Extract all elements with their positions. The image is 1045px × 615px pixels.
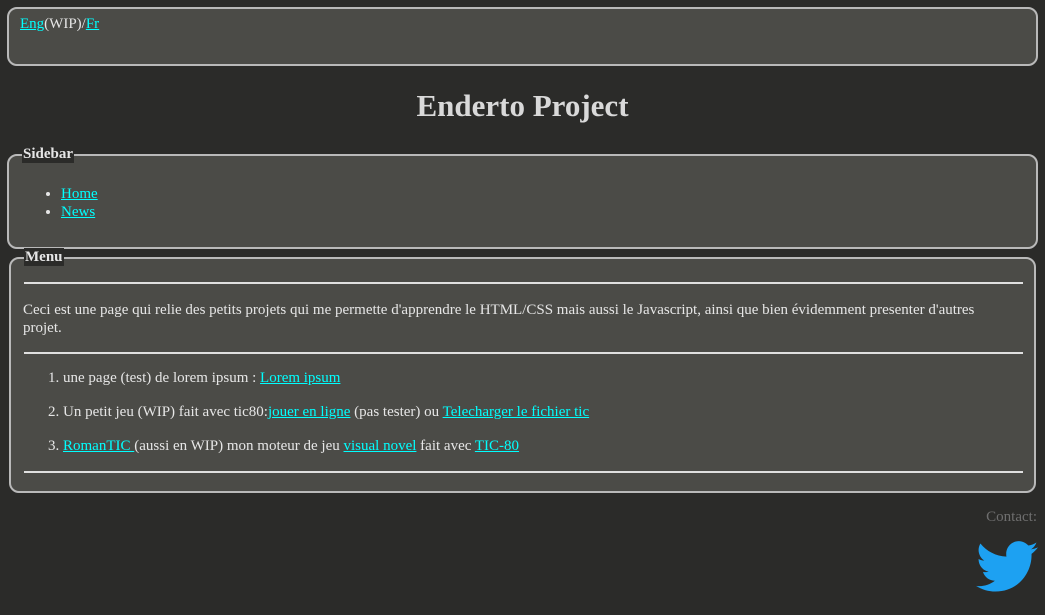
download-tic-link[interactable]: Telecharger le fichier tic	[443, 404, 590, 420]
lang-eng-link[interactable]: Eng	[20, 16, 44, 32]
page-title: Enderto Project	[416, 88, 629, 123]
item-text: (pas tester) ou	[350, 404, 443, 420]
item-text: (aussi en WIP) mon moteur de jeu	[134, 438, 344, 454]
home-link[interactable]: Home	[61, 186, 98, 202]
twitter-icon[interactable]	[976, 540, 1038, 594]
romantic-link[interactable]: RomanTIC	[63, 438, 134, 454]
project-list: une page (test) de lorem ipsum : Lorem i…	[23, 369, 589, 471]
sidebar-item-home: Home	[61, 185, 98, 203]
lang-wip-text: (WIP)/	[44, 16, 86, 32]
menu-legend: Menu	[24, 248, 64, 266]
divider	[24, 471, 1023, 473]
divider	[24, 352, 1023, 354]
sidebar-item-news: News	[61, 203, 98, 221]
visual-novel-link[interactable]: visual novel	[344, 438, 417, 454]
sidebar-legend: Sidebar	[22, 145, 75, 163]
item-text: une page (test) de lorem ipsum :	[63, 370, 261, 386]
menu-panel: Menu Ceci est une page qui relie des pet…	[9, 248, 1036, 493]
sidebar-list: Home News	[43, 185, 98, 221]
language-switcher: Eng(WIP)/Fr	[20, 16, 99, 33]
play-online-link[interactable]: jouer en ligne	[268, 404, 350, 420]
language-bar: Eng(WIP)/Fr	[7, 7, 1038, 66]
menu-description: Ceci est une page qui relie des petits p…	[23, 302, 975, 336]
list-item: une page (test) de lorem ipsum : Lorem i…	[63, 369, 589, 387]
lang-fr-link[interactable]: Fr	[86, 16, 99, 32]
twitter-bird-icon	[976, 541, 1038, 592]
item-text: fait avec	[416, 438, 475, 454]
lorem-ipsum-link[interactable]: Lorem ipsum	[260, 370, 340, 386]
tic80-link[interactable]: TIC-80	[475, 438, 519, 454]
contact-label: Contact:	[986, 509, 1037, 525]
list-item: Un petit jeu (WIP) fait avec tic80:jouer…	[63, 403, 589, 421]
list-item: RomanTIC (aussi en WIP) mon moteur de je…	[63, 437, 589, 455]
news-link[interactable]: News	[61, 204, 95, 220]
item-text: Un petit jeu (WIP) fait avec tic80:	[63, 404, 268, 420]
sidebar-panel: Sidebar Home News	[7, 145, 1038, 249]
divider	[24, 282, 1023, 284]
